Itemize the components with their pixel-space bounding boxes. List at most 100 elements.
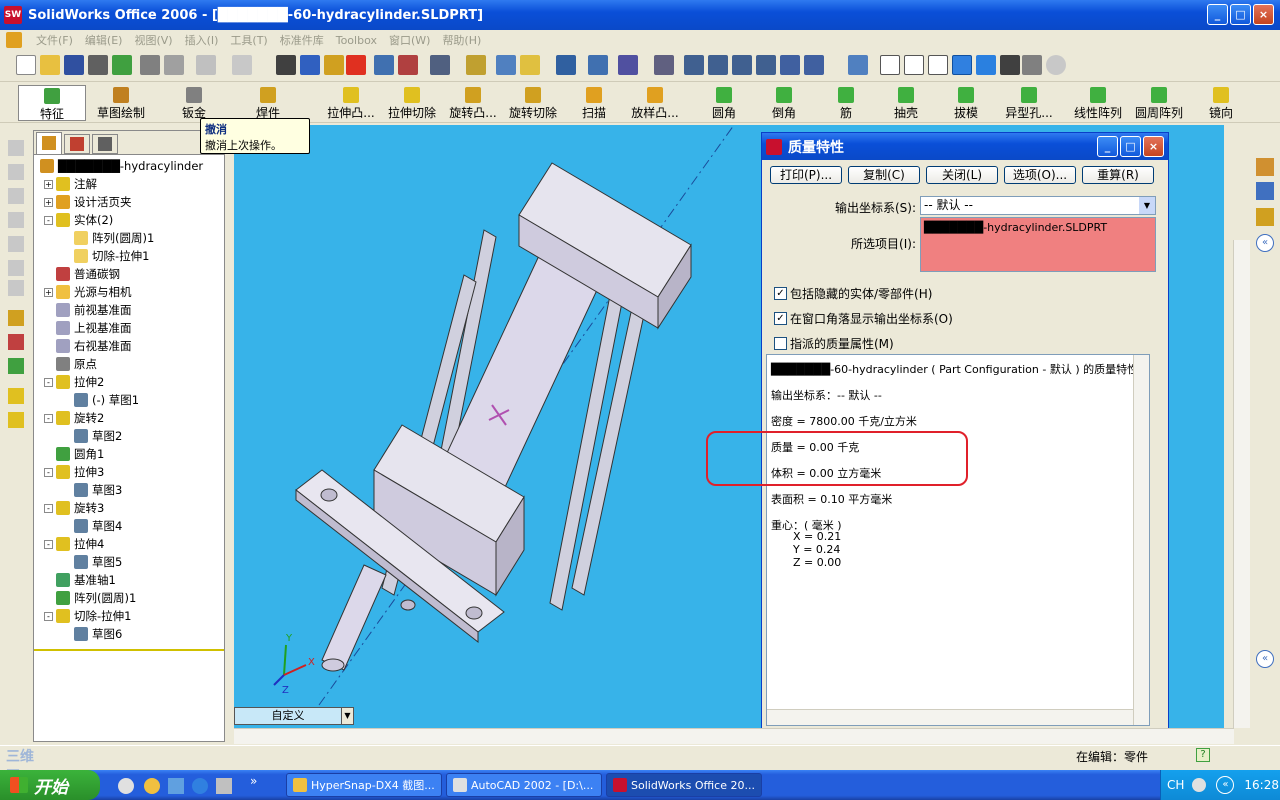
rebuild-icon[interactable]: [324, 55, 344, 75]
realview-icon[interactable]: [1046, 55, 1066, 75]
measure-icon[interactable]: [556, 55, 576, 75]
tree-item[interactable]: 草图2: [34, 427, 224, 445]
sketch-icon[interactable]: [8, 310, 24, 326]
dialog-titlebar[interactable]: 质量特性 _ □ ×: [762, 133, 1168, 160]
tree-item[interactable]: - 拉伸3: [34, 463, 224, 481]
chamfer-button[interactable]: 倒角: [768, 85, 800, 121]
shell-button[interactable]: 抽壳: [890, 85, 922, 121]
view-cube-icon[interactable]: [8, 212, 24, 228]
sketch-tools-icon[interactable]: [466, 55, 486, 75]
recalculate-button[interactable]: 重算(R): [1082, 166, 1154, 184]
zoom-selection-icon[interactable]: [756, 55, 776, 75]
shadows-icon[interactable]: [1000, 55, 1020, 75]
perspective-icon[interactable]: [1022, 55, 1042, 75]
view-cube-icon[interactable]: [8, 140, 24, 156]
hidden-lines-visible-icon[interactable]: [904, 55, 924, 75]
viewport-vertical-scrollbar[interactable]: [1233, 240, 1250, 728]
quicklaunch-icon[interactable]: [144, 778, 160, 794]
view-cube-icon[interactable]: [8, 260, 24, 276]
tree-item[interactable]: - 旋转2: [34, 409, 224, 427]
coord-system-select[interactable]: -- 默认 -- ▼: [920, 196, 1156, 215]
rib-button[interactable]: 筋: [830, 85, 862, 121]
undo-icon[interactable]: [196, 55, 216, 75]
print-preview-icon[interactable]: [164, 55, 184, 75]
menu-view[interactable]: 视图(V): [128, 32, 178, 48]
tree-item[interactable]: 阵列(圆周)1: [34, 229, 224, 247]
tree-item[interactable]: 草图3: [34, 481, 224, 499]
results-horizontal-scrollbar[interactable]: [767, 709, 1133, 725]
options-button[interactable]: 选项(O)...: [1004, 166, 1076, 184]
tree-item[interactable]: + 光源与相机: [34, 283, 224, 301]
extrude-icon[interactable]: [8, 388, 24, 404]
properties-icon[interactable]: [496, 55, 516, 75]
relations-icon[interactable]: [8, 358, 24, 374]
weldments-tab-button[interactable]: 焊件: [246, 85, 290, 121]
revolved-boss-button[interactable]: 旋转凸...: [446, 85, 500, 121]
collapse-icon[interactable]: -: [44, 413, 53, 423]
menu-tools[interactable]: 工具(T): [224, 32, 273, 48]
tree-item[interactable]: 普通碳钢: [34, 265, 224, 283]
tree-item[interactable]: 基准轴1: [34, 571, 224, 589]
tree-item[interactable]: 阵列(圆周)1: [34, 589, 224, 607]
menu-edit[interactable]: 编辑(E): [79, 32, 129, 48]
chevron-down-icon[interactable]: ▼: [1139, 197, 1155, 214]
help-icon[interactable]: ?: [1196, 748, 1210, 762]
quicklaunch-icon[interactable]: [216, 778, 232, 794]
sweep-button[interactable]: 扫描: [576, 85, 612, 121]
language-indicator[interactable]: CH: [1167, 778, 1184, 792]
tree-item[interactable]: 前视基准面: [34, 301, 224, 319]
collapse-icon[interactable]: -: [44, 215, 53, 225]
view-selector[interactable]: 自定义 ▼: [234, 707, 354, 725]
tree-item[interactable]: - 拉伸2: [34, 373, 224, 391]
tree-item[interactable]: 圆角1: [34, 445, 224, 463]
select-icon[interactable]: [276, 55, 296, 75]
menu-help[interactable]: 帮助(H): [436, 32, 487, 48]
tree-item[interactable]: 草图4: [34, 517, 224, 535]
smart-dimension-icon[interactable]: [8, 334, 24, 350]
view-cube-icon[interactable]: [8, 280, 24, 296]
expand-icon[interactable]: +: [44, 179, 53, 189]
maximize-button[interactable]: □: [1230, 4, 1251, 25]
collapse-icon[interactable]: -: [44, 503, 53, 513]
print-icon[interactable]: [140, 55, 160, 75]
view-orientation-icon[interactable]: [430, 55, 450, 75]
chevron-down-icon[interactable]: ▼: [341, 708, 353, 724]
traffic-light-icon[interactable]: [346, 55, 366, 75]
revolved-cut-button[interactable]: 旋转切除: [506, 85, 560, 121]
print-button[interactable]: 打印(P)...: [770, 166, 842, 184]
zoom-fit-icon[interactable]: [684, 55, 704, 75]
mirror-button[interactable]: 镜向: [1205, 85, 1237, 121]
feature-manager-tab[interactable]: [36, 132, 62, 154]
menu-window[interactable]: 窗口(W): [383, 32, 436, 48]
collapse-icon[interactable]: -: [44, 377, 53, 387]
task-hypersnap[interactable]: HyperSnap-DX4 截图...: [286, 773, 442, 797]
app-menu-icon[interactable]: [6, 32, 22, 48]
view-cube-icon[interactable]: [8, 236, 24, 252]
tree-item[interactable]: - 拉伸4: [34, 535, 224, 553]
tree-item[interactable]: (-) 草图1: [34, 391, 224, 409]
view-cube-icon[interactable]: [8, 188, 24, 204]
rollback-bar[interactable]: [34, 649, 224, 651]
wireframe-icon[interactable]: [880, 55, 900, 75]
assigned-mass-checkbox[interactable]: 指派的质量属性(M): [774, 335, 894, 352]
quicklaunch-icon[interactable]: [168, 778, 184, 794]
sketch-tab-button[interactable]: 草图绘制: [92, 85, 150, 121]
tree-item[interactable]: 上视基准面: [34, 319, 224, 337]
mass-properties-icon[interactable]: [588, 55, 608, 75]
rotate-icon[interactable]: [780, 55, 800, 75]
extruded-cut-button[interactable]: 拉伸切除: [385, 85, 439, 121]
include-hidden-checkbox[interactable]: ✓ 包括隐藏的实体/零部件(H): [774, 285, 932, 302]
speaker-icon[interactable]: [1192, 778, 1207, 792]
tree-item[interactable]: - 切除-拉伸1: [34, 607, 224, 625]
chevron-right-icon[interactable]: »: [250, 774, 257, 788]
collapse-icon[interactable]: «: [1256, 234, 1274, 252]
expand-icon[interactable]: +: [44, 197, 53, 207]
results-vertical-scrollbar[interactable]: [1133, 355, 1149, 725]
copy-button[interactable]: 复制(C): [848, 166, 920, 184]
tree-item[interactable]: - 旋转3: [34, 499, 224, 517]
zoom-in-out-icon[interactable]: [732, 55, 752, 75]
tree-item[interactable]: 草图6: [34, 625, 224, 643]
tree-item[interactable]: 右视基准面: [34, 337, 224, 355]
move-icon[interactable]: [654, 55, 674, 75]
menu-standard-library[interactable]: 标准件库: [274, 32, 330, 48]
